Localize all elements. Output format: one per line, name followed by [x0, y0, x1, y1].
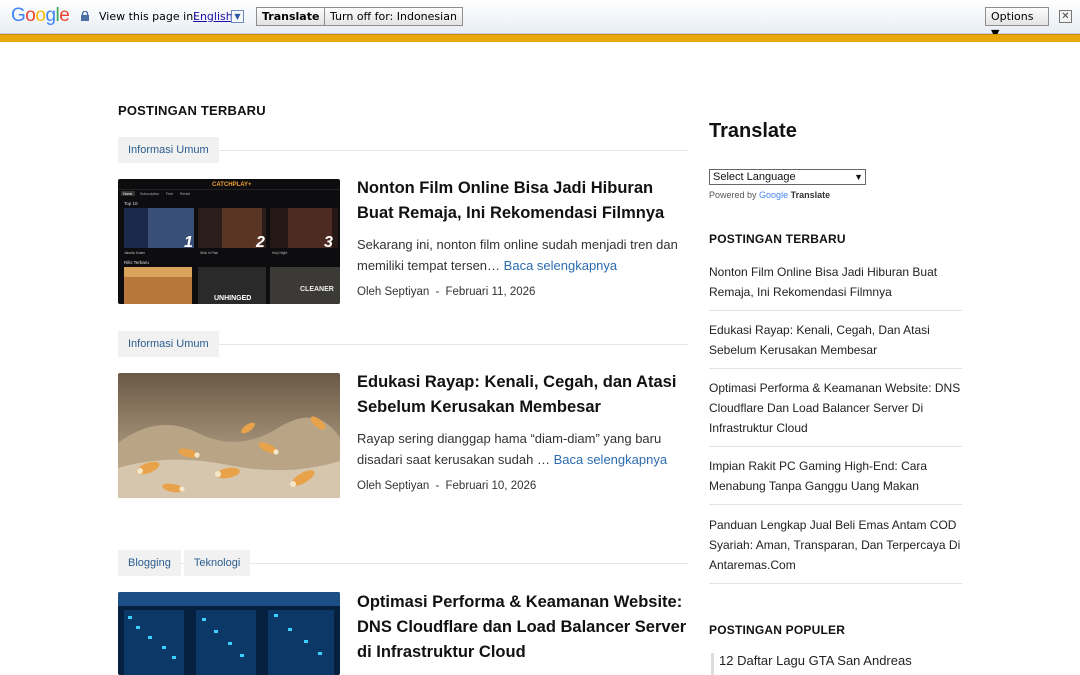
translate-button[interactable]: Translate	[256, 7, 326, 26]
catchplay-screenshot: CATCHPLAY+ Home Subscription Free Rental…	[118, 179, 340, 304]
translate-bar-accent	[0, 34, 1080, 42]
language-dropdown-icon[interactable]: ▼	[231, 10, 244, 23]
language-select-value: Select Language	[713, 171, 796, 183]
thumb-section: Rilis Terbaru	[124, 260, 149, 265]
post-author[interactable]: Oleh Septiyan	[357, 480, 429, 492]
tag-label[interactable]: Blogging	[118, 550, 181, 576]
thumb-nav: Subscription	[140, 192, 159, 196]
thumb-nav: Rental	[180, 192, 190, 196]
sidebar-recent-item[interactable]: Edukasi Rayap: Kenali, Cegah, Dan Atasi …	[709, 320, 962, 369]
sidebar-recent-item[interactable]: Panduan Lengkap Jual Beli Emas Antam COD…	[709, 515, 962, 584]
translate-link[interactable]: Translate	[791, 190, 831, 200]
tag-label[interactable]: Informasi Umum	[118, 331, 219, 357]
chevron-down-icon: ▼	[854, 172, 863, 182]
thumb-nav: Home	[123, 192, 132, 196]
sidebar-recent-title: POSTINGAN TERBARU	[709, 232, 846, 246]
powered-by-label: Powered by	[709, 190, 757, 200]
thumb-rank: 3	[324, 234, 333, 251]
post-title[interactable]: Optimasi Performa & Keamanan Website: DN…	[357, 590, 687, 665]
translate-prompt: View this page in:	[99, 10, 197, 23]
thumb-caption: Wick in Pain	[200, 251, 218, 255]
post-excerpt: Sekarang ini, nonton film online sudah m…	[357, 234, 687, 276]
options-button[interactable]: Options ▼	[985, 7, 1049, 40]
read-more-link[interactable]: Baca selengkapnya	[504, 258, 617, 273]
thumb-section: Top 10	[124, 201, 138, 206]
post-thumbnail-servers[interactable]	[118, 592, 340, 675]
translate-heading: Translate	[709, 120, 797, 142]
google-logo[interactable]: Google	[11, 5, 70, 27]
close-icon[interactable]: ✕	[1059, 10, 1072, 23]
google-translate-bar: Google View this page in: English ▼ Tran…	[0, 0, 1080, 40]
thumb-caption: Jakarta Kolam	[124, 251, 145, 255]
post-title[interactable]: Nonton Film Online Bisa Jadi Hiburan Bua…	[357, 176, 687, 226]
tag-row: Blogging Teknologi	[118, 550, 688, 576]
sidebar-recent-item[interactable]: Optimasi Performa & Keamanan Website: DN…	[709, 378, 962, 447]
thumb-rank: 1	[184, 234, 193, 251]
post-meta: Oleh Septiyan - Februari 10, 2026	[357, 480, 536, 492]
lock-icon	[81, 11, 89, 21]
logo-letter: e	[59, 5, 70, 26]
logo-letter: o	[35, 5, 46, 26]
termite-photo	[118, 373, 340, 498]
section-title: POSTINGAN TERBARU	[118, 103, 266, 118]
thumb-caption: Holy Night	[272, 251, 287, 255]
post-date: Februari 11, 2026	[445, 286, 536, 298]
tag-row: Informasi Umum	[118, 331, 688, 357]
thumb-nav: Free	[166, 192, 173, 196]
logo-letter: o	[25, 5, 36, 26]
meta-separator: -	[435, 286, 440, 298]
tag-label[interactable]: Informasi Umum	[118, 137, 219, 163]
post-thumbnail-termites[interactable]	[118, 373, 340, 498]
sidebar-recent-item[interactable]: Nonton Film Online Bisa Jadi Hiburan Bua…	[709, 262, 962, 311]
sidebar-popular-title: POSTINGAN POPULER	[709, 623, 846, 637]
sidebar-recent-item[interactable]: Impian Rakit PC Gaming High-End: Cara Me…	[709, 456, 962, 505]
thumb-rank: 2	[255, 234, 265, 251]
tag-row: Informasi Umum	[118, 137, 688, 163]
post-excerpt: Rayap sering dianggap hama “diam-diam” y…	[357, 428, 687, 470]
tag-label[interactable]: Teknologi	[183, 550, 251, 576]
brand-text: CATCHPLAY+	[212, 182, 252, 188]
meta-separator: -	[435, 480, 440, 492]
sidebar-popular-item[interactable]: 12 Daftar Lagu GTA San Andreas	[711, 653, 912, 675]
post-meta: Oleh Septiyan - Februari 11, 2026	[357, 286, 535, 298]
post-thumbnail-catchplay[interactable]: CATCHPLAY+ Home Subscription Free Rental…	[118, 179, 340, 304]
logo-letter: g	[45, 5, 56, 26]
powered-by: Powered by Google Translate	[709, 190, 830, 200]
language-link[interactable]: English	[193, 10, 233, 23]
google-small-logo[interactable]: Google	[759, 190, 788, 200]
read-more-link[interactable]: Baca selengkapnya	[554, 452, 667, 467]
post-author[interactable]: Oleh Septiyan	[357, 286, 429, 298]
server-rack-photo	[118, 592, 340, 675]
logo-letter: G	[11, 5, 26, 26]
turn-off-button[interactable]: Turn off for: Indonesian	[324, 7, 463, 26]
post-title[interactable]: Edukasi Rayap: Kenali, Cegah, dan Atasi …	[357, 370, 687, 420]
language-select[interactable]: Select Language ▼	[709, 169, 866, 185]
thumb-poster-title: CLEANER	[300, 286, 334, 293]
thumb-poster-title: UNHINGED	[214, 295, 251, 302]
post-date: Februari 10, 2026	[445, 480, 537, 492]
